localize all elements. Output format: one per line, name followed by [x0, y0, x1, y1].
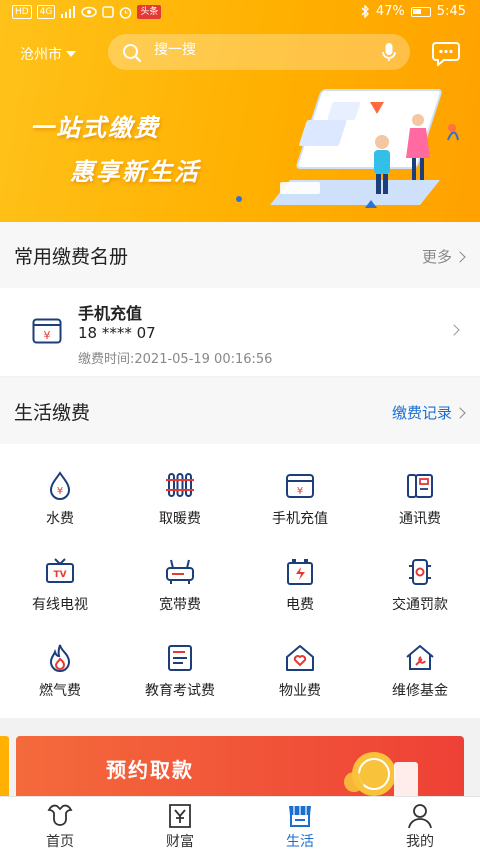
svg-text:¥: ¥: [44, 329, 51, 342]
water-drop-icon: ¥: [49, 471, 71, 500]
banner-title-line2: 惠享新生活: [70, 158, 200, 186]
favorite-item[interactable]: ¥ 手机充值 18 **** 07 缴费时间:2021-05-19 00:16:…: [0, 288, 480, 376]
battery-bolt-icon: [287, 559, 313, 585]
coin-illustration: [344, 752, 418, 800]
telephone-icon: [407, 474, 433, 498]
more-link[interactable]: 更多: [421, 246, 466, 267]
grid-item-label: 电费: [286, 597, 314, 613]
tab-label: 我的: [406, 834, 434, 850]
grid-item-label: 宽带费: [159, 597, 201, 613]
search-bar[interactable]: [108, 34, 410, 70]
promo-edge: [0, 736, 9, 804]
favorite-time: 缴费时间:2021-05-19 00:16:56: [78, 352, 273, 367]
grid-item-mobile-topup[interactable]: ¥ 手机充值: [240, 444, 360, 530]
grid-item-water[interactable]: ¥ 水费: [0, 444, 120, 530]
eye-icon: [81, 6, 98, 18]
life-pay-grid: ¥ 水费 取暖费 ¥ 手机充值 通讯费 TV 有线电视 宽带费 电费 交通罚款 …: [0, 444, 480, 718]
flame-icon: [49, 644, 71, 672]
battery-percent: 47%: [375, 4, 405, 19]
tab-home[interactable]: 首页: [0, 797, 120, 853]
favorite-phone: 18 **** 07: [78, 324, 156, 342]
person-icon: [408, 804, 432, 829]
chevron-down-icon: [66, 51, 76, 57]
nfc-icon: [102, 6, 115, 18]
life-pay-title: 生活缴费: [14, 402, 91, 424]
more-label: 更多: [421, 248, 452, 266]
hd-indicator: HD: [12, 5, 32, 19]
grid-item-traffic-fine[interactable]: 交通罚款: [360, 530, 480, 616]
grid-item-telecom[interactable]: 通讯费: [360, 444, 480, 530]
message-icon[interactable]: [432, 40, 460, 66]
tab-life[interactable]: 生活: [240, 797, 360, 853]
signal-icon: [61, 6, 76, 18]
grid-item-cable-tv[interactable]: TV 有线电视: [0, 530, 120, 616]
tab-wealth[interactable]: 财富: [120, 797, 240, 853]
bluetooth-icon: [361, 5, 369, 18]
grid-item-maintenance-fund[interactable]: 维修基金: [360, 616, 480, 702]
chevron-right-icon: [454, 406, 466, 419]
svg-text:TV: TV: [53, 570, 66, 580]
carousel-indicator: [236, 196, 242, 202]
payment-record-label: 缴费记录: [391, 404, 452, 422]
tab-label: 首页: [46, 834, 74, 850]
grid-item-label: 维修基金: [392, 683, 448, 699]
microphone-icon[interactable]: [382, 42, 396, 62]
header-banner-area: HD 4G 头条 47% 5:45 沧州市 一站式缴费 惠享新生活: [0, 0, 480, 222]
search-input[interactable]: [154, 42, 354, 58]
tab-mine[interactable]: 我的: [360, 797, 480, 853]
promo-banner[interactable]: 预约取款: [16, 736, 464, 804]
grid-item-label: 通讯费: [399, 511, 441, 527]
phone-card-icon: ¥: [286, 474, 314, 498]
banner-illustration: [270, 89, 459, 208]
svg-text:¥: ¥: [297, 486, 303, 497]
life-pay-header: 生活缴费 缴费记录: [0, 378, 480, 444]
tab-label: 生活: [286, 834, 314, 850]
grid-item-label: 燃气费: [39, 683, 81, 699]
clock: 5:45: [436, 4, 466, 19]
traffic-light-icon: [409, 559, 431, 585]
grid-item-label: 水费: [46, 511, 74, 527]
tab-label: 财富: [166, 834, 194, 850]
grid-item-broadband[interactable]: 宽带费: [120, 530, 240, 616]
search-icon: [123, 44, 141, 62]
svg-text:¥: ¥: [57, 486, 63, 497]
house-wrench-icon: [406, 644, 434, 670]
grid-item-heating[interactable]: 取暖费: [120, 444, 240, 530]
favorites-title: 常用缴费名册: [14, 246, 129, 268]
promo-title: 预约取款: [106, 758, 194, 782]
grid-item-label: 教育考试费: [145, 683, 215, 699]
router-icon: [166, 559, 194, 584]
grid-item-label: 交通罚款: [392, 597, 448, 613]
grid-item-label: 取暖费: [159, 511, 201, 527]
chevron-right-icon: [454, 250, 466, 263]
grid-item-gas[interactable]: 燃气费: [0, 616, 120, 702]
banner-title-line1: 一站式缴费: [30, 114, 160, 142]
grid-item-label: 有线电视: [32, 597, 88, 613]
status-bar: HD 4G 头条 47% 5:45: [0, 0, 480, 26]
network-indicator: 4G: [36, 5, 56, 19]
radiator-icon: [166, 473, 194, 497]
grid-item-label: 手机充值: [272, 511, 328, 527]
favorites-header: 常用缴费名册 更多: [0, 222, 480, 288]
news-badge: 头条: [137, 5, 162, 19]
home-bull-icon: [47, 804, 73, 826]
grid-item-electricity[interactable]: 电费: [240, 530, 360, 616]
chevron-right-icon: [448, 324, 460, 336]
city-selector[interactable]: 沧州市: [20, 44, 76, 64]
grid-item-label: 物业费: [279, 683, 321, 699]
payment-record-link[interactable]: 缴费记录: [391, 402, 466, 423]
tv-icon: TV: [46, 558, 74, 583]
battery-icon: [410, 6, 431, 17]
shop-icon: [289, 806, 311, 827]
phone-card-icon: ¥: [32, 318, 62, 344]
grid-item-property[interactable]: 物业费: [240, 616, 360, 702]
house-heart-icon: [286, 645, 314, 671]
city-name: 沧州市: [20, 47, 62, 63]
favorite-name: 手机充值: [78, 304, 143, 323]
document-icon: [168, 645, 192, 671]
grid-item-exam-fee[interactable]: 教育考试费: [120, 616, 240, 702]
alarm-icon: [120, 6, 132, 19]
bottom-tab-bar: 首页 财富 生活 我的: [0, 796, 480, 853]
wealth-icon: [169, 804, 191, 828]
